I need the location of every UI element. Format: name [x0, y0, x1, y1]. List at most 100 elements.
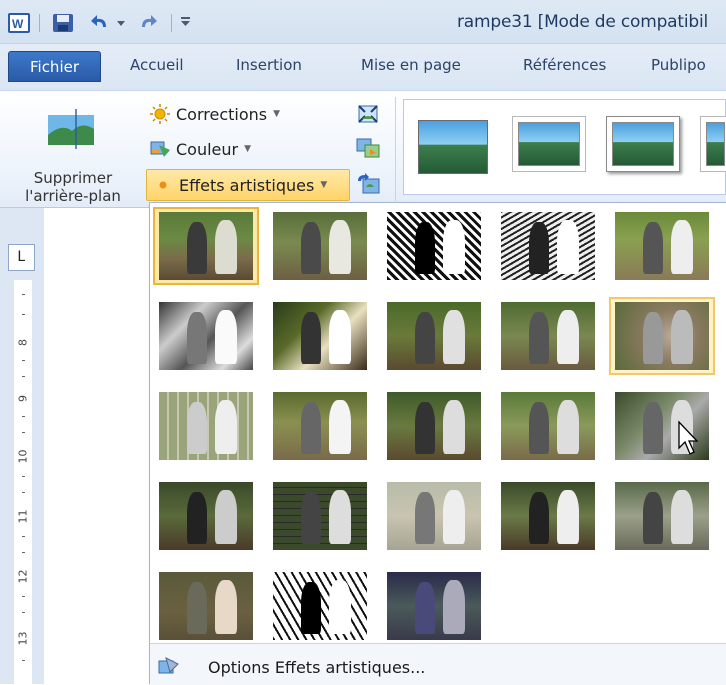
ruler-tick — [22, 612, 25, 613]
ruler-number: 8 — [16, 339, 30, 346]
tab-references[interactable]: Références — [523, 56, 606, 74]
tab-publipostage[interactable]: Publipo — [651, 56, 706, 74]
picture-style-4[interactable] — [700, 116, 726, 172]
color-button[interactable]: Couleur ▼ — [150, 134, 251, 164]
artistic-effect-10[interactable] — [609, 297, 715, 375]
ruler-tick — [22, 660, 25, 661]
customize-qat-icon[interactable] — [180, 16, 192, 31]
ruler-tick — [22, 476, 25, 477]
corrections-button[interactable]: Corrections ▼ — [150, 99, 280, 129]
statue-figure — [557, 310, 579, 364]
picture-style-3[interactable] — [606, 116, 680, 172]
reset-picture-icon[interactable] — [356, 173, 380, 198]
statue-figure — [215, 220, 237, 274]
ribbon-separator — [395, 97, 396, 201]
tab-stop-selector[interactable]: L — [8, 244, 35, 271]
tab-accueil[interactable]: Accueil — [130, 56, 184, 74]
ruler-number: 11 — [16, 509, 30, 524]
effect-preview-image — [273, 572, 367, 640]
window-title: rampe31 [Mode de compatibil — [457, 12, 709, 32]
artistic-effect-21[interactable] — [153, 567, 259, 645]
gallery-footer: Options Effets artistiques... — [150, 643, 726, 685]
ruler-tick — [22, 360, 25, 361]
remove-background-label-line1: Supprimer — [33, 169, 113, 187]
statue-figure — [187, 312, 207, 364]
ruler-tick — [22, 432, 25, 433]
artistic-effect-14[interactable] — [495, 387, 601, 465]
chevron-down-icon: ▼ — [244, 144, 252, 154]
statue-figure — [329, 580, 351, 634]
remove-background-label: Supprimer l'arrière-plan — [14, 169, 132, 205]
artistic-effect-11[interactable] — [153, 387, 259, 465]
statue-figure — [415, 222, 435, 274]
artistic-effect-9[interactable] — [495, 297, 601, 375]
statue-figure — [443, 490, 465, 544]
artistic-effect-4[interactable] — [495, 207, 601, 285]
statue-figure — [415, 312, 435, 364]
effect-preview-image — [387, 572, 481, 640]
artistic-effect-23[interactable] — [381, 567, 487, 645]
ruler-tick — [22, 416, 25, 417]
document-area[interactable] — [44, 208, 150, 684]
statue-figure — [415, 582, 435, 634]
statue-figure — [443, 580, 465, 634]
artistic-effects-options-link[interactable]: Options Effets artistiques... — [208, 658, 425, 677]
statue-figure — [443, 400, 465, 454]
statue-figure — [329, 310, 351, 364]
statue-figure — [557, 220, 579, 274]
picture-style-2[interactable] — [512, 116, 586, 172]
artistic-effect-17[interactable] — [267, 477, 373, 555]
artistic-effect-6[interactable] — [153, 297, 259, 375]
tab-insertion[interactable]: Insertion — [236, 56, 302, 74]
effect-preview-image — [387, 392, 481, 460]
picture-style-1[interactable] — [418, 120, 488, 174]
ruler-tick — [22, 492, 25, 493]
compress-pictures-icon[interactable] — [356, 103, 380, 128]
statue-figure — [529, 222, 549, 274]
statue-figure — [301, 402, 321, 454]
statue-figure — [301, 492, 321, 544]
vertical-ruler[interactable]: 8 9 10 11 12 13 — [14, 280, 32, 684]
artistic-effect-12[interactable] — [267, 387, 373, 465]
redo-icon[interactable] — [136, 13, 158, 36]
statue-figure — [529, 402, 549, 454]
statue-figure — [671, 220, 693, 274]
remove-background-icon — [48, 109, 94, 149]
artistic-effect-7[interactable] — [267, 297, 373, 375]
statue-figure — [529, 312, 549, 364]
picture-styles-gallery — [403, 99, 726, 195]
artistic-effect-1[interactable] — [153, 207, 259, 285]
word-app-icon[interactable]: W — [8, 13, 30, 36]
artistic-effect-20[interactable] — [609, 477, 715, 555]
artistic-effects-button[interactable]: Effets artistiques ▼ — [146, 169, 350, 201]
artistic-effect-16[interactable] — [153, 477, 259, 555]
statue-figure — [415, 402, 435, 454]
undo-dropdown-icon[interactable] — [116, 16, 126, 31]
change-picture-icon[interactable] — [356, 137, 380, 162]
effect-preview-image — [501, 392, 595, 460]
undo-icon[interactable] — [90, 13, 112, 36]
artistic-effect-19[interactable] — [495, 477, 601, 555]
effect-preview-image — [273, 302, 367, 370]
effect-preview-image — [159, 482, 253, 550]
artistic-effect-5[interactable] — [609, 207, 715, 285]
effect-preview-image — [273, 212, 367, 280]
tab-file[interactable]: Fichier — [8, 51, 101, 82]
tab-mise-en-page[interactable]: Mise en page — [361, 56, 461, 74]
statue-figure — [443, 220, 465, 274]
artistic-effect-3[interactable] — [381, 207, 487, 285]
artistic-effect-18[interactable] — [381, 477, 487, 555]
save-icon[interactable] — [52, 13, 74, 36]
artistic-effect-2[interactable] — [267, 207, 373, 285]
effects-grid — [150, 203, 726, 643]
artistic-effect-8[interactable] — [381, 297, 487, 375]
statue-figure — [643, 402, 663, 454]
mouse-cursor-icon — [677, 420, 701, 460]
ruler-number: 10 — [16, 449, 30, 464]
artistic-effect-22[interactable] — [267, 567, 373, 645]
statue-figure — [329, 220, 351, 274]
remove-background-button[interactable]: Supprimer l'arrière-plan — [14, 103, 132, 205]
statue-figure — [187, 492, 207, 544]
artistic-effects-gallery: Options Effets artistiques... — [149, 202, 726, 685]
artistic-effect-13[interactable] — [381, 387, 487, 465]
